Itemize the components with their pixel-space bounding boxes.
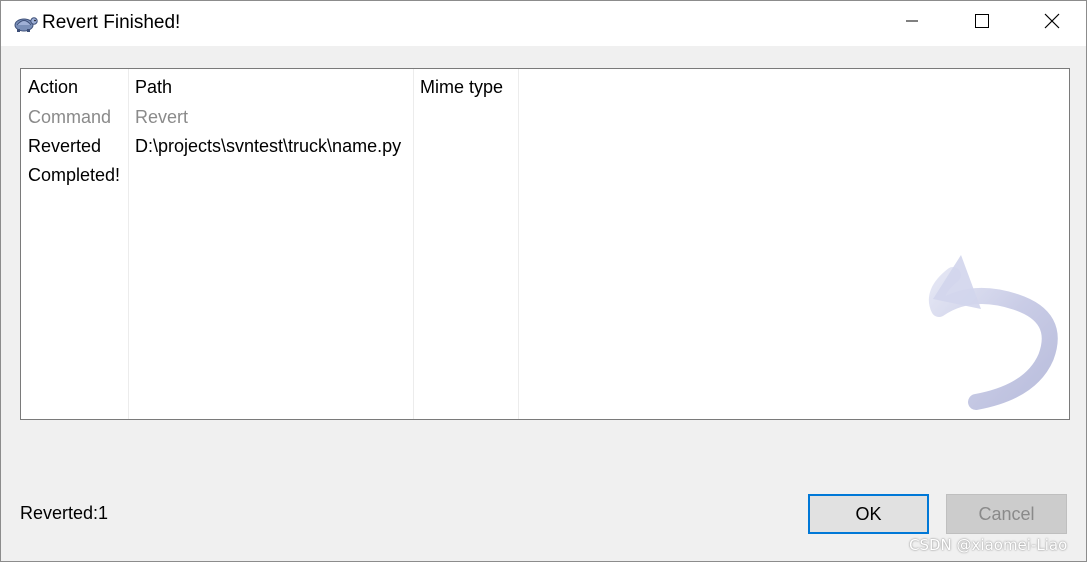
close-icon bbox=[1044, 13, 1060, 34]
row-action-command[interactable]: Command bbox=[28, 106, 111, 128]
column-header-action[interactable]: Action bbox=[28, 76, 78, 98]
row-action-reverted[interactable]: Reverted bbox=[28, 135, 101, 157]
column-divider bbox=[518, 69, 519, 419]
revert-arrow-icon bbox=[911, 247, 1069, 417]
column-divider bbox=[413, 69, 414, 419]
window-title: Revert Finished! bbox=[42, 12, 181, 33]
revert-dialog: Revert Finished! Action Path Mime type C… bbox=[0, 0, 1087, 562]
column-header-mime-type[interactable]: Mime type bbox=[420, 76, 503, 98]
minimize-button[interactable] bbox=[877, 1, 947, 46]
column-divider bbox=[128, 69, 129, 419]
watermark-credit: CSDN @xiaomei-Liao bbox=[909, 536, 1068, 554]
row-path-command[interactable]: Revert bbox=[135, 106, 188, 128]
status-text: Reverted:1 bbox=[20, 503, 109, 523]
results-list[interactable]: Action Path Mime type Command Revert Rev… bbox=[20, 68, 1070, 420]
minimize-icon bbox=[905, 14, 919, 33]
tortoise-icon bbox=[13, 12, 39, 34]
cancel-button[interactable]: Cancel bbox=[946, 494, 1067, 534]
row-action-completed[interactable]: Completed! bbox=[28, 164, 120, 186]
row-path-reverted[interactable]: D:\projects\svntest\truck\name.py bbox=[135, 135, 401, 157]
maximize-icon bbox=[974, 13, 990, 34]
ok-button[interactable]: OK bbox=[808, 494, 929, 534]
close-button[interactable] bbox=[1017, 1, 1087, 46]
column-header-path[interactable]: Path bbox=[135, 76, 172, 98]
maximize-button[interactable] bbox=[947, 1, 1017, 46]
title-bar[interactable]: Revert Finished! bbox=[1, 1, 1086, 46]
